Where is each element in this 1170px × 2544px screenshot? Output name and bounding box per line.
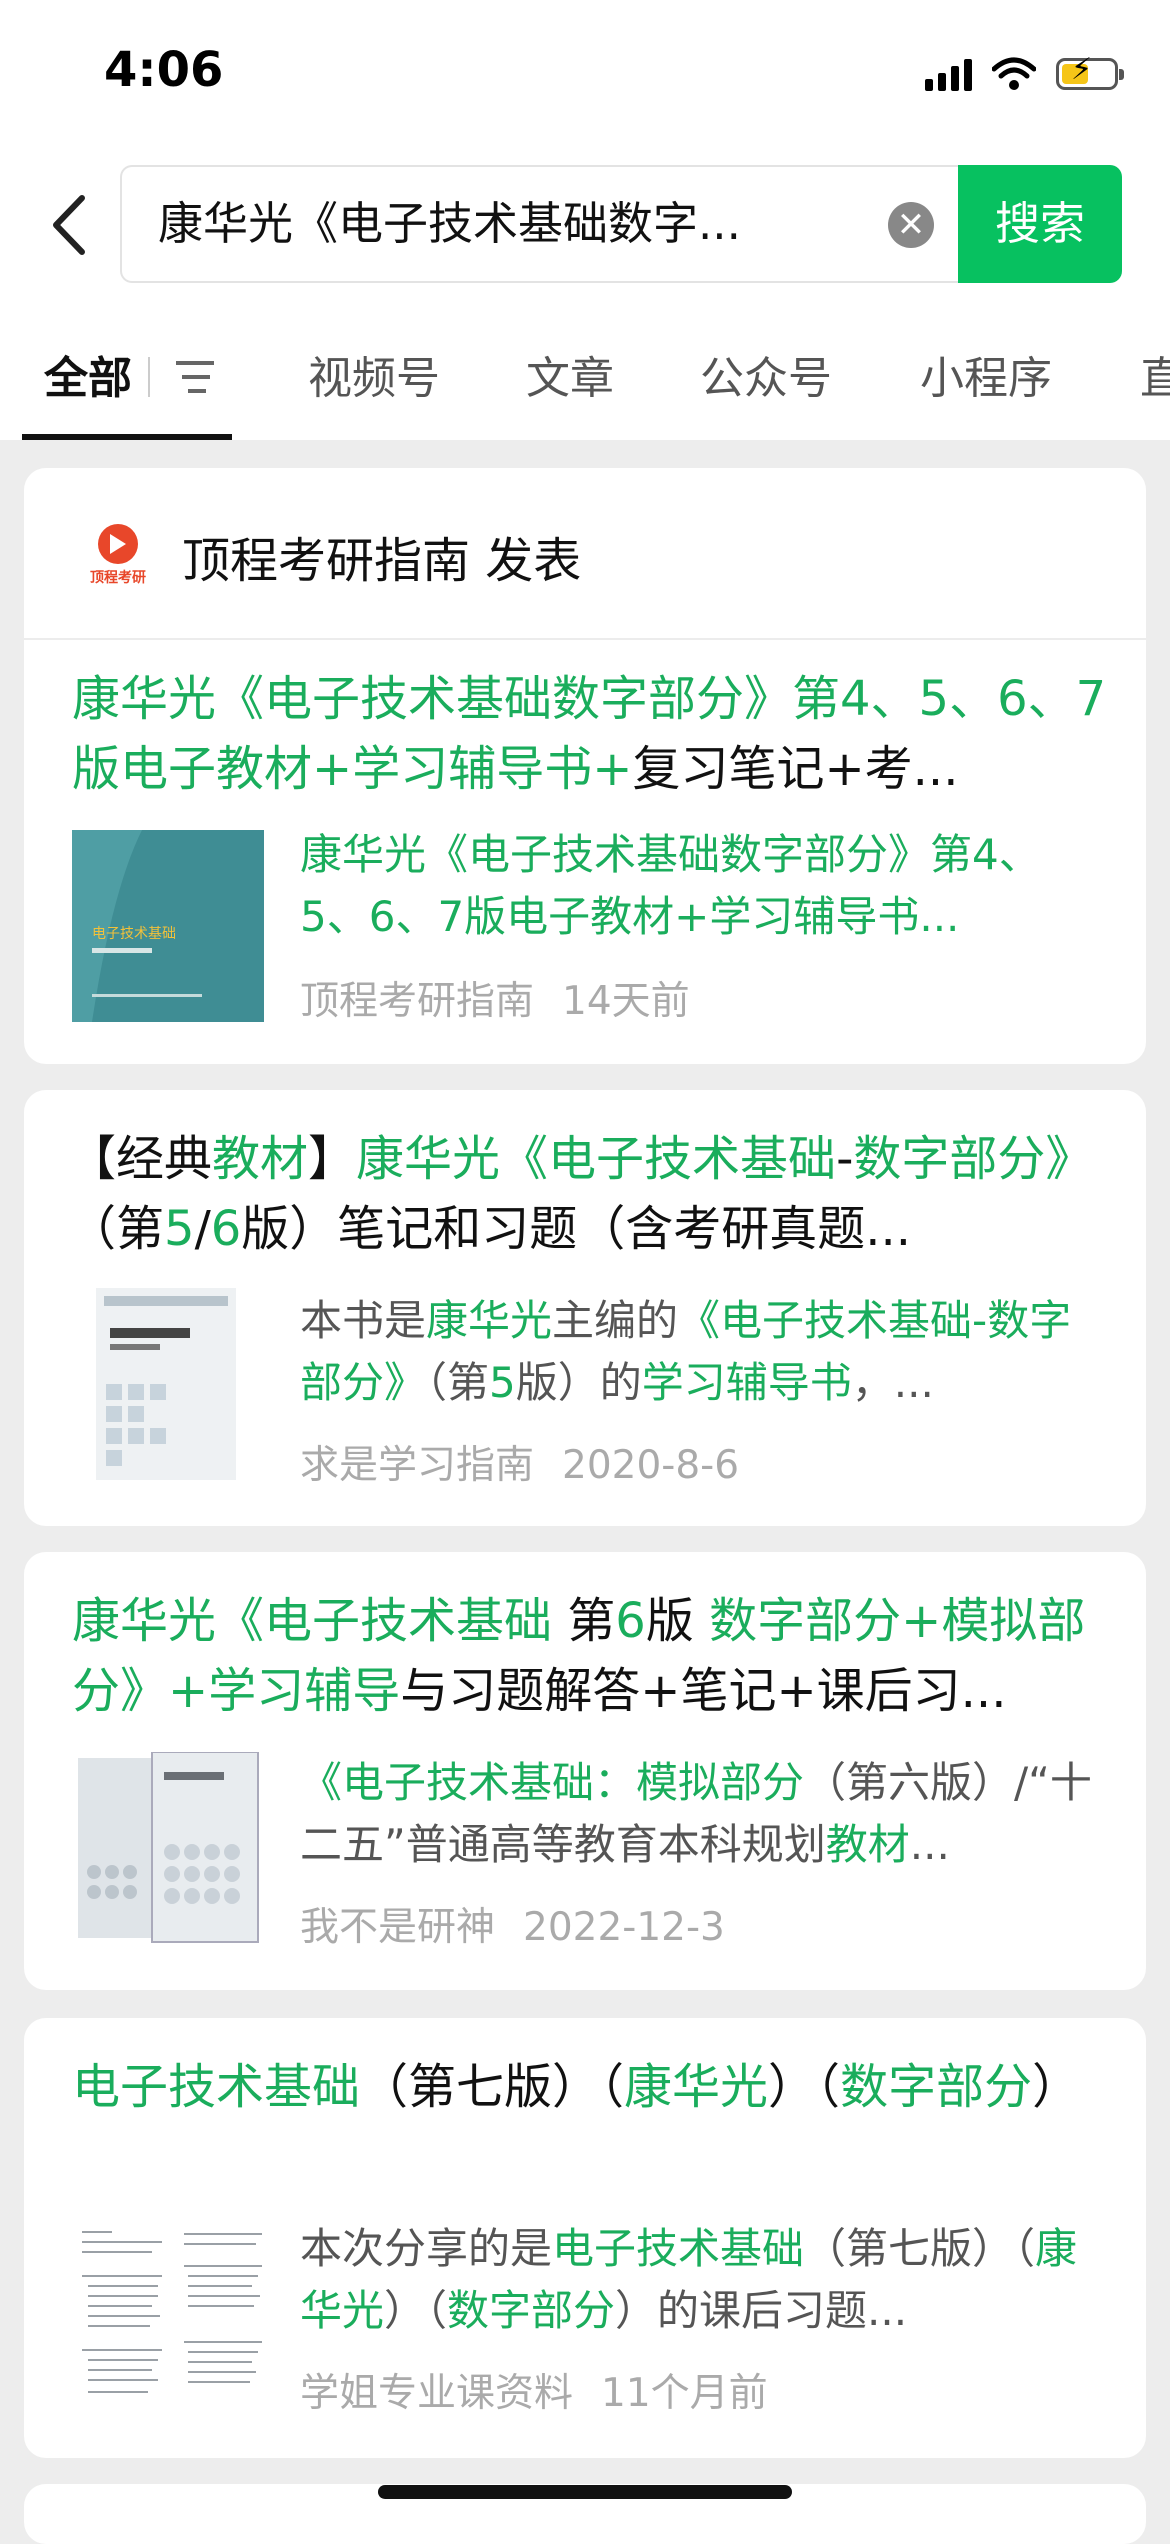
text-segment: （第 bbox=[426, 1358, 490, 1407]
result-description: 本次分享的是电子技术基础（第七版）（康华光）（数字部分）的课后习题... bbox=[300, 2218, 1104, 2342]
result-card[interactable]: 康华光《电子技术基础 第6版 数字部分+模拟部分》+学习辅导与习题解答+笔记+课… bbox=[24, 1552, 1146, 1990]
result-date: 11个月前 bbox=[601, 2371, 768, 2416]
text-segment: 本书是 bbox=[300, 1296, 427, 1345]
result-thumbnail bbox=[72, 1752, 264, 1944]
filter-icon[interactable] bbox=[170, 347, 230, 407]
highlighted-text: 数字部分 bbox=[840, 2059, 1033, 2115]
result-source[interactable]: 我不是研神 bbox=[300, 1905, 495, 1950]
result-title[interactable]: 康华光《电子技术基础 第6版 数字部分+模拟部分》+学习辅导与习题解答+笔记+课… bbox=[72, 1586, 1118, 1726]
text-segment: 复习笔记+考... bbox=[632, 741, 959, 797]
highlighted-text: 康华光 bbox=[426, 1296, 553, 1345]
tab-divider bbox=[148, 357, 150, 397]
result-thumbnail: 电子技术基础 bbox=[72, 830, 264, 1022]
highlighted-text: 5 bbox=[164, 1201, 195, 1257]
text-segment: 【经典 bbox=[68, 1131, 213, 1187]
text-segment: - bbox=[836, 1131, 854, 1187]
tab-all[interactable]: 全部 bbox=[44, 342, 132, 406]
text-segment: ）（ bbox=[768, 2059, 841, 2115]
status-time: 4:06 bbox=[104, 42, 224, 98]
result-title[interactable]: 电子技术基础（第七版）（康华光）（数字部分） bbox=[72, 2052, 1118, 2122]
highlighted-text: 教材 bbox=[825, 1820, 910, 1869]
text-segment: （第七版）（ bbox=[360, 2059, 625, 2115]
divider bbox=[24, 638, 1146, 640]
result-title[interactable]: 康华光《电子技术基础数字部分》第4、5、6、7版电子教材+学习辅导书+复习笔记+… bbox=[72, 664, 1118, 804]
result-description: 康华光《电子技术基础数字部分》第4、5、6、7版电子教材+学习辅导书... bbox=[300, 824, 1104, 948]
back-arrow-icon[interactable] bbox=[42, 192, 102, 258]
text-segment: 第 bbox=[567, 1593, 616, 1649]
result-date: 14天前 bbox=[562, 979, 690, 1024]
highlighted-text: 康华光《电子技术基础 bbox=[72, 1593, 568, 1649]
result-meta: 顶程考研指南 14天前 bbox=[300, 970, 690, 1026]
result-meta: 求是学习指南 2020-8-6 bbox=[300, 1434, 739, 1490]
highlighted-text: 数字部分》 bbox=[853, 1131, 1094, 1187]
highlighted-text: 教材 bbox=[212, 1131, 309, 1187]
search-input[interactable]: 康华光《电子技术基础数字... ✕ bbox=[120, 165, 960, 283]
clear-icon[interactable]: ✕ bbox=[888, 202, 934, 248]
result-card[interactable]: 【经典教材】康华光《电子技术基础-数字部分》（第5/6版）笔记和习题（含考研真题… bbox=[24, 1090, 1146, 1526]
highlighted-text: 康华光《电子技术基础 bbox=[356, 1131, 837, 1187]
highlighted-text: 6 bbox=[615, 1593, 646, 1649]
account-name: 顶程考研指南 发表 bbox=[182, 533, 582, 589]
result-source[interactable]: 顶程考研指南 bbox=[300, 979, 534, 1024]
result-description: 本书是康华光主编的《电子技术基础-数字部分》（第5版）的学习辅导书，... bbox=[300, 1290, 1104, 1414]
text-segment: 主编的 bbox=[552, 1296, 679, 1345]
tab-articles[interactable]: 文章 bbox=[526, 342, 614, 406]
text-segment: 本次分享的是 bbox=[300, 2224, 553, 2273]
home-indicator[interactable] bbox=[378, 2485, 792, 2499]
text-segment: 与习题解答+笔记+课后习... bbox=[400, 1663, 1007, 1719]
highlighted-text: 《电子技术基础：模拟部分 bbox=[300, 1758, 805, 1807]
highlighted-text: 5 bbox=[489, 1358, 516, 1407]
text-segment: 版 bbox=[645, 1593, 710, 1649]
result-card[interactable]: 顶程考研 顶程考研指南 发表 康华光《电子技术基础数字部分》第4、5、6、7版电… bbox=[24, 468, 1146, 1064]
text-segment: （第七版）（ bbox=[804, 2224, 1036, 2273]
highlighted-text: 电子技术基础 bbox=[72, 2059, 361, 2115]
status-icons: ⚡ bbox=[925, 52, 1124, 96]
result-card[interactable]: 电子技术基础（第七版）（康华光）（数字部分） 本次分享的是电子技术基础（第七版）… bbox=[24, 2018, 1146, 2458]
text-segment: ）的课后习题... bbox=[615, 2286, 908, 2335]
text-segment: 版）笔记和习题（含考研真题... bbox=[241, 1201, 912, 1257]
text-segment: ） bbox=[1032, 2059, 1081, 2115]
tab-mini-programs[interactable]: 小程序 bbox=[920, 342, 1052, 406]
text-segment: ，... bbox=[851, 1358, 934, 1407]
text-segment: / bbox=[194, 1201, 211, 1257]
result-title[interactable]: 【经典教材】康华光《电子技术基础-数字部分》 （第5/6版）笔记和习题（含考研真题… bbox=[68, 1124, 1114, 1264]
result-meta: 我不是研神 2022-12-3 bbox=[300, 1896, 725, 1952]
tab-channels[interactable]: 视频号 bbox=[308, 342, 440, 406]
result-meta: 学姐专业课资料 11个月前 bbox=[300, 2362, 768, 2418]
text-segment: （第 bbox=[68, 1201, 165, 1257]
battery-icon: ⚡ bbox=[1056, 55, 1124, 90]
highlighted-text: 康华光 bbox=[624, 2059, 769, 2115]
svg-text:顶程考研: 顶程考研 bbox=[90, 569, 146, 586]
highlighted-text: 数字部分 bbox=[447, 2286, 616, 2335]
result-description: 《电子技术基础：模拟部分（第六版）/“十二五”普通高等教育本科规划教材... bbox=[300, 1752, 1104, 1876]
search-button[interactable]: 搜索 bbox=[958, 165, 1122, 283]
svg-text:电子技术基础: 电子技术基础 bbox=[92, 925, 176, 942]
text-segment: 】 bbox=[308, 1131, 357, 1187]
highlighted-text: 学习辅导书 bbox=[641, 1358, 852, 1407]
text-segment: ... bbox=[909, 1820, 950, 1869]
highlighted-text: 电子技术基础 bbox=[552, 2224, 805, 2273]
tab-live[interactable]: 直 bbox=[1140, 342, 1170, 406]
result-thumbnail bbox=[96, 1288, 236, 1480]
cellular-signal-icon bbox=[925, 57, 972, 91]
account-row[interactable]: 顶程考研 顶程考研指南 发表 bbox=[82, 520, 581, 592]
result-date: 2022-12-3 bbox=[523, 1905, 725, 1950]
account-logo: 顶程考研 bbox=[90, 524, 146, 586]
highlighted-text: 6 bbox=[210, 1201, 242, 1257]
search-query-text: 康华光《电子技术基础数字... bbox=[158, 197, 741, 250]
result-source[interactable]: 学姐专业课资料 bbox=[300, 2371, 573, 2416]
wifi-icon bbox=[992, 57, 1036, 90]
result-thumbnail bbox=[72, 2220, 278, 2412]
active-tab-indicator bbox=[22, 434, 232, 440]
text-segment: 版）的 bbox=[515, 1358, 642, 1407]
text-segment: ）（ bbox=[384, 2286, 448, 2335]
result-date: 2020-8-6 bbox=[562, 1443, 740, 1488]
result-source[interactable]: 求是学习指南 bbox=[300, 1443, 534, 1488]
tab-official-accounts[interactable]: 公众号 bbox=[700, 342, 832, 406]
highlighted-text: 康华光《电子技术基础数字部分》第4、5、6、7版电子教材+学习辅导书... bbox=[300, 830, 1041, 941]
